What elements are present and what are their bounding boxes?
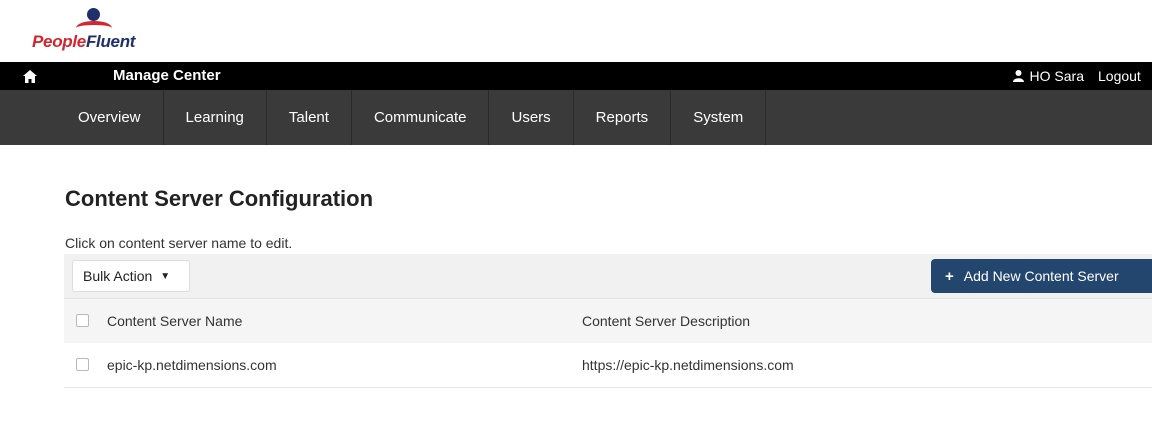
select-all-checkbox[interactable] — [76, 314, 89, 327]
table-toolbar: Bulk Action ▼ + Add New Content Server — [64, 254, 1152, 298]
add-content-server-button[interactable]: + Add New Content Server — [931, 259, 1152, 293]
nav-overview[interactable]: Overview — [60, 90, 164, 145]
peoplefluent-logo[interactable]: PeopleFluent — [32, 8, 152, 54]
plus-icon: + — [945, 267, 954, 285]
bulk-action-select[interactable]: Bulk Action ▼ — [72, 260, 190, 292]
add-button-label: Add New Content Server — [963, 268, 1119, 284]
top-bar: Manage Center HO Sara Logout — [0, 62, 1152, 90]
nav-users[interactable]: Users — [489, 90, 574, 145]
table-header-row: Content Server Name Content Server Descr… — [64, 298, 1152, 343]
logo-text-fluent: Fluent — [85, 32, 136, 51]
page-hint: Click on content server name to edit. — [65, 235, 293, 251]
logo-text-people: People — [32, 32, 86, 51]
user-name: HO Sara — [1029, 68, 1084, 84]
content-server-description: https://epic-kp.netdimensions.com — [582, 357, 794, 373]
logout-link[interactable]: Logout — [1098, 62, 1152, 90]
caret-down-icon: ▼ — [160, 270, 171, 282]
content-server-name-link[interactable]: epic-kp.netdimensions.com — [107, 343, 277, 387]
nav-learning[interactable]: Learning — [164, 90, 267, 145]
row-checkbox[interactable] — [76, 358, 89, 371]
nav-talent[interactable]: Talent — [267, 90, 352, 145]
user-icon — [1012, 70, 1024, 82]
nav-system[interactable]: System — [671, 90, 767, 145]
nav-reports[interactable]: Reports — [574, 90, 672, 145]
table-row: epic-kp.netdimensions.com https://epic-k… — [64, 343, 1152, 388]
app-title: Manage Center — [113, 67, 221, 84]
home-icon[interactable] — [0, 62, 60, 90]
main-nav: Overview Learning Talent Communicate Use… — [0, 90, 1152, 145]
page-title: Content Server Configuration — [65, 186, 374, 211]
nav-communicate[interactable]: Communicate — [352, 90, 490, 145]
logo-dot — [87, 8, 100, 21]
column-header-name[interactable]: Content Server Name — [107, 299, 242, 343]
user-menu[interactable]: HO Sara — [1012, 62, 1084, 90]
bulk-action-label: Bulk Action — [83, 268, 153, 284]
content-server-table: Content Server Name Content Server Descr… — [64, 298, 1152, 388]
column-header-description[interactable]: Content Server Description — [582, 299, 750, 343]
logo-text: PeopleFluent — [32, 32, 135, 52]
